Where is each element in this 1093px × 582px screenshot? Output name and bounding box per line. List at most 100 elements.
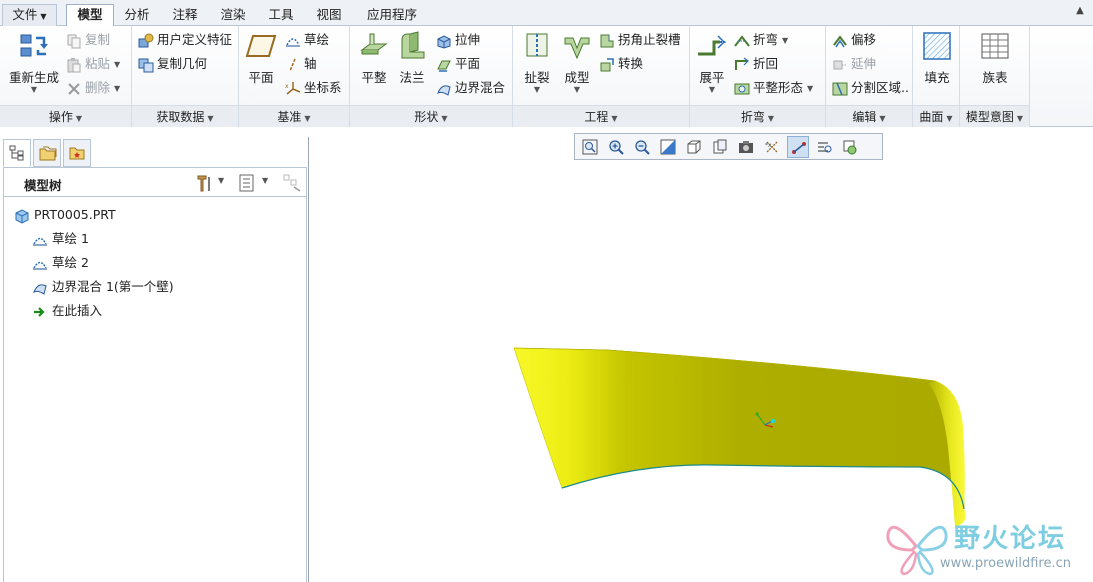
convert-button[interactable]: 转换 bbox=[599, 53, 643, 75]
flatten-form-button[interactable]: 平整形态 ▼ bbox=[734, 77, 813, 99]
planar-icon bbox=[437, 60, 451, 72]
svg-text:x: x bbox=[285, 83, 289, 90]
bend-back-button[interactable]: 折回 bbox=[734, 53, 778, 75]
split-area-button[interactable]: 分割区域.. bbox=[832, 77, 909, 99]
group-model-intent-label[interactable]: 模型意图 ▼ bbox=[960, 105, 1029, 127]
copy-button[interactable]: 复制 bbox=[66, 29, 110, 51]
tree-node-part[interactable]: PRT0005.PRT bbox=[14, 205, 116, 225]
tree-node-label: 草绘 1 bbox=[52, 231, 89, 246]
flatten-form-icon bbox=[734, 83, 750, 94]
chevron-down-icon: ▼ bbox=[262, 176, 269, 185]
tab-folder-browser[interactable] bbox=[33, 139, 61, 167]
tab-model-tree[interactable] bbox=[3, 139, 31, 167]
group-get-data-label[interactable]: 获取数据 ▼ bbox=[132, 105, 238, 127]
planar-label: 平面 bbox=[455, 56, 481, 71]
tree-node-sketch-2[interactable]: 草绘 2 bbox=[32, 253, 89, 273]
chevron-down-icon: ▼ bbox=[114, 83, 121, 93]
corner-relief-button[interactable]: 拐角止裂槽 bbox=[599, 29, 681, 51]
tab-annotate-label: 注释 bbox=[172, 7, 198, 22]
tab-tools[interactable]: 工具 bbox=[260, 4, 302, 26]
extrude-label: 拉伸 bbox=[455, 32, 481, 47]
group-editing: 偏移 延伸 分割区域.. 编辑 ▼ bbox=[826, 26, 913, 127]
udf-button[interactable]: 用户定义特征 bbox=[138, 29, 232, 51]
group-datum-label[interactable]: 基准 ▼ bbox=[239, 105, 349, 127]
hammer-wrench-icon bbox=[197, 175, 210, 192]
fill-button[interactable]: 填充 bbox=[919, 30, 955, 86]
tree-settings-button[interactable]: ▼ bbox=[194, 173, 228, 193]
group-operations-label[interactable]: 操作 ▼ bbox=[0, 105, 131, 127]
boundary-blend-icon bbox=[33, 283, 47, 295]
form-button[interactable]: 成型 ▼ bbox=[559, 30, 595, 94]
list-view-icon bbox=[239, 174, 254, 192]
delete-button[interactable]: 删除 ▼ bbox=[66, 77, 120, 99]
group-engineering-label[interactable]: 工程 ▼ bbox=[513, 105, 689, 127]
unbend-button[interactable]: 展平 ▼ bbox=[694, 30, 730, 94]
chevron-down-icon: ▼ bbox=[782, 35, 789, 45]
group-label-text: 曲面 bbox=[919, 110, 944, 124]
tree-node-insert-here[interactable]: 在此插入 bbox=[32, 301, 102, 321]
copy-icon bbox=[67, 34, 81, 48]
model-tree-title: 模型树 bbox=[24, 178, 62, 193]
boundary-blend-button[interactable]: 边界混合 bbox=[436, 77, 505, 99]
split-area-icon bbox=[832, 82, 848, 95]
tab-file[interactable]: 文件 ▼ bbox=[2, 4, 57, 26]
model-tree-icon bbox=[9, 145, 24, 161]
convert-label: 转换 bbox=[618, 56, 644, 71]
extrude-button[interactable]: 拉伸 bbox=[436, 29, 480, 51]
part-icon bbox=[15, 208, 29, 224]
paste-icon bbox=[67, 57, 81, 72]
offset-button[interactable]: 偏移 bbox=[832, 29, 876, 51]
flatten-form-label: 平整形态 bbox=[753, 80, 804, 95]
rip-button[interactable]: 扯裂 ▼ bbox=[519, 30, 555, 94]
axis-button[interactable]: 轴 bbox=[285, 53, 317, 75]
sketch-button[interactable]: 草绘 bbox=[285, 29, 329, 51]
ribbon-collapse-icon[interactable]: ▲ bbox=[1073, 4, 1087, 18]
ribbon-tab-bar: 文件 ▼ 模型 分析 注释 渲染 工具 视图 应用程序 ▲ bbox=[0, 0, 1093, 27]
group-label-text: 获取数据 bbox=[156, 110, 205, 124]
group-editing-label[interactable]: 编辑 ▼ bbox=[826, 105, 912, 127]
insert-arrow-icon bbox=[34, 306, 45, 317]
regenerate-button[interactable]: 重新生成 ▼ bbox=[6, 30, 62, 94]
forum-watermark: 野火论坛 www.proewildfire.cn bbox=[876, 512, 1093, 582]
tab-model[interactable]: 模型 bbox=[66, 4, 114, 27]
group-surfaces-label[interactable]: 曲面 ▼ bbox=[913, 105, 959, 127]
tab-render-label: 渲染 bbox=[220, 7, 246, 22]
tab-view[interactable]: 视图 bbox=[308, 4, 350, 26]
chevron-down-icon: ▼ bbox=[441, 114, 448, 123]
group-label-text: 基准 bbox=[277, 110, 302, 124]
unbend-icon bbox=[698, 35, 726, 56]
tab-applications[interactable]: 应用程序 bbox=[356, 4, 428, 26]
sketch-label: 草绘 bbox=[304, 32, 330, 47]
bend-button[interactable]: 折弯 ▼ bbox=[734, 29, 788, 51]
tab-render[interactable]: 渲染 bbox=[212, 4, 254, 26]
tree-node-boundary-blend[interactable]: 边界混合 1(第一个壁) bbox=[32, 277, 174, 297]
group-bends-label[interactable]: 折弯 ▼ bbox=[690, 105, 825, 127]
tab-analysis[interactable]: 分析 bbox=[116, 4, 158, 26]
tree-filter-button[interactable] bbox=[282, 173, 304, 193]
tab-view-label: 视图 bbox=[316, 7, 342, 22]
flange-button[interactable]: 法兰 bbox=[394, 30, 430, 86]
boundary-blend-icon bbox=[437, 84, 451, 96]
extend-button[interactable]: 延伸 bbox=[832, 53, 876, 75]
tab-annotate[interactable]: 注释 bbox=[164, 4, 206, 26]
tab-analysis-label: 分析 bbox=[124, 7, 150, 22]
flange-label: 法兰 bbox=[399, 70, 425, 85]
flat-wall-button[interactable]: 平整 bbox=[356, 30, 392, 86]
tree-show-button[interactable]: ▼ bbox=[238, 173, 272, 193]
tree-node-sketch-1[interactable]: 草绘 1 bbox=[32, 229, 89, 249]
group-shapes-label[interactable]: 形状 ▼ bbox=[350, 105, 512, 127]
csys-button[interactable]: x 坐标系 bbox=[285, 77, 342, 99]
family-table-button[interactable]: 族表 bbox=[977, 30, 1013, 86]
copy-geometry-button[interactable]: 复制几何 bbox=[138, 53, 207, 75]
datum-plane-button[interactable]: 平面 bbox=[243, 30, 279, 86]
axis-icon bbox=[289, 58, 296, 71]
planar-button[interactable]: 平面 bbox=[436, 53, 480, 75]
boundary-blend-surface[interactable] bbox=[513, 347, 965, 510]
group-get-data: 用户定义特征 复制几何 获取数据 ▼ bbox=[132, 26, 239, 127]
tab-favorites[interactable] bbox=[63, 139, 91, 167]
paste-button[interactable]: 粘贴 ▼ bbox=[66, 53, 120, 75]
tab-applications-label: 应用程序 bbox=[366, 7, 417, 22]
bend-icon bbox=[734, 34, 750, 47]
group-datum: 平面 草绘 轴 x 坐标系 基准 ▼ bbox=[239, 26, 350, 127]
offset-icon bbox=[833, 34, 847, 47]
